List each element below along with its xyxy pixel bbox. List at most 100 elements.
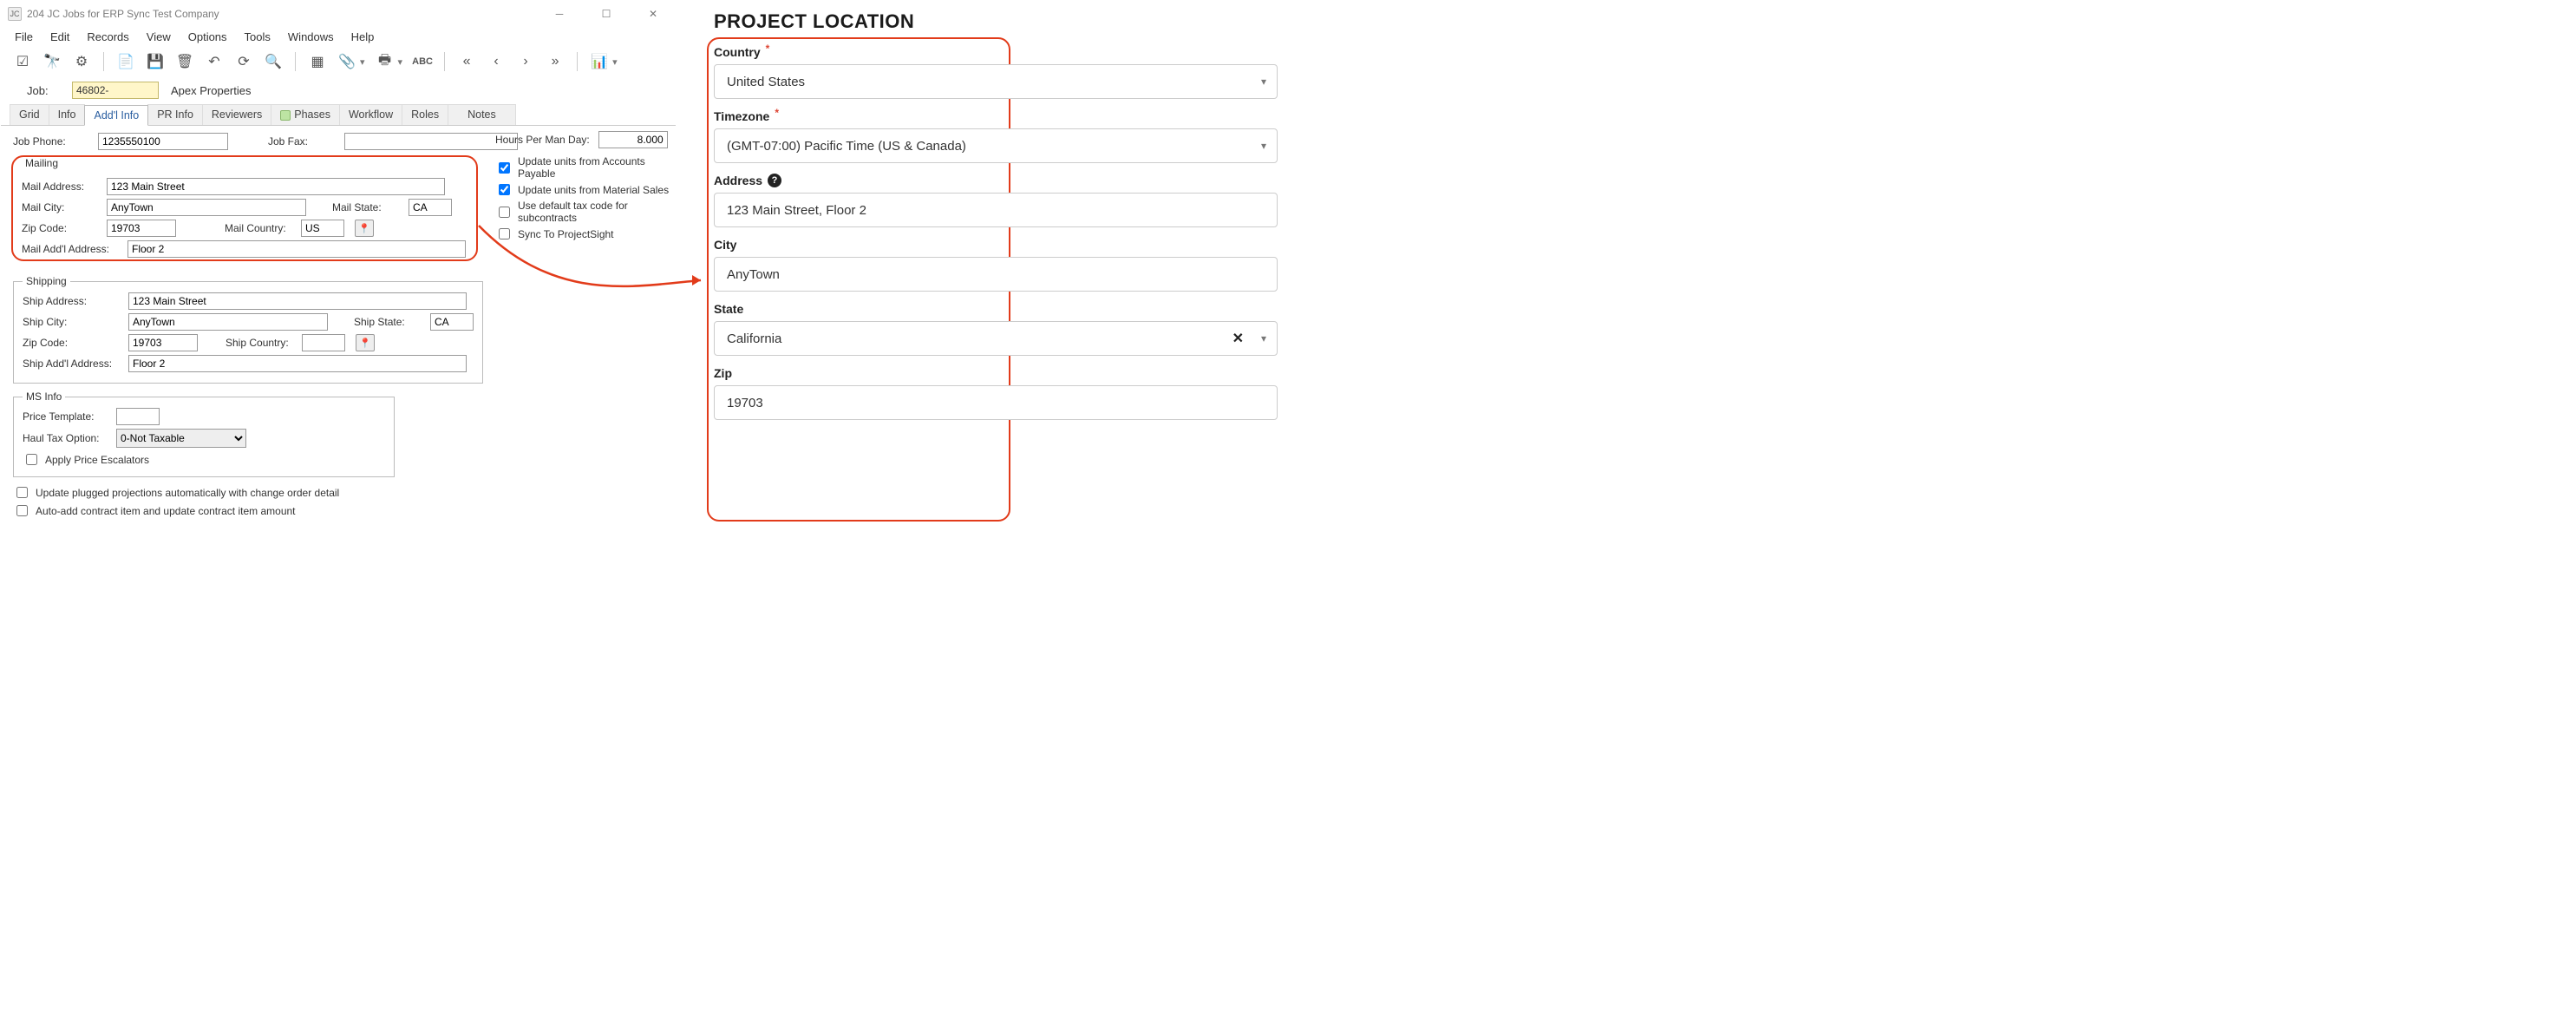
update-ap-label: Update units from Accounts Payable	[518, 155, 677, 180]
timezone-label: Timezone*	[714, 109, 1278, 123]
menu-help[interactable]: Help	[351, 30, 375, 43]
tab-pr-info[interactable]: PR Info	[147, 104, 203, 125]
mail-zip-input[interactable]	[107, 220, 176, 237]
sync-ps-checkbox[interactable]	[499, 228, 510, 239]
ship-country-label: Ship Country:	[226, 337, 295, 349]
close-button[interactable]: ✕	[637, 4, 669, 23]
mail-country-label: Mail Country:	[225, 222, 294, 234]
menu-records[interactable]: Records	[87, 30, 128, 43]
menu-options[interactable]: Options	[188, 30, 227, 43]
mail-city-input[interactable]	[107, 199, 306, 216]
chevron-down-icon[interactable]: ▾	[612, 56, 618, 68]
attachment-icon[interactable]: 📎	[337, 52, 356, 71]
ship-country-input[interactable]	[302, 334, 345, 351]
address-input[interactable]: 123 Main Street, Floor 2	[714, 193, 1278, 227]
auto-add-checkbox[interactable]	[16, 505, 28, 516]
ship-address-input[interactable]	[128, 292, 467, 310]
zip-label: Zip	[714, 366, 1278, 380]
tab-addl-info[interactable]: Add'l Info	[84, 105, 148, 126]
update-ap-checkbox[interactable]	[499, 162, 510, 174]
map-pin-icon[interactable]: 📍	[355, 220, 374, 237]
form-area: Job Phone: Job Fax: Mailing Mail Address…	[1, 126, 676, 528]
gear-icon[interactable]: ⚙	[72, 52, 91, 71]
country-label: Country*	[714, 45, 1278, 59]
mail-address-label: Mail Address:	[22, 180, 100, 193]
use-default-tax-label: Use default tax code for subcontracts	[518, 200, 677, 224]
ship-addl-input[interactable]	[128, 355, 467, 372]
menu-windows[interactable]: Windows	[288, 30, 334, 43]
job-input[interactable]	[72, 82, 159, 99]
hours-per-man-day-input[interactable]	[598, 131, 668, 148]
tab-notes[interactable]: Notes	[448, 104, 516, 125]
price-template-input[interactable]	[116, 408, 160, 425]
refresh-icon[interactable]: ⟳	[234, 52, 253, 71]
tab-reviewers[interactable]: Reviewers	[202, 104, 271, 125]
minimize-button[interactable]: ─	[544, 4, 575, 23]
mail-country-input[interactable]	[301, 220, 344, 237]
job-fax-input[interactable]	[344, 133, 518, 150]
tab-phases[interactable]: Phases	[271, 104, 340, 125]
grid-icon[interactable]: ▦	[308, 52, 327, 71]
apply-escalators-checkbox[interactable]	[26, 454, 37, 465]
tab-grid[interactable]: Grid	[10, 104, 49, 125]
search-icon[interactable]: 🔍	[264, 52, 283, 71]
tab-workflow[interactable]: Workflow	[339, 104, 402, 125]
ship-zip-input[interactable]	[128, 334, 198, 351]
city-label: City	[714, 238, 1278, 252]
mail-state-label: Mail State:	[332, 201, 402, 213]
mail-addl-input[interactable]	[127, 240, 466, 258]
menu-edit[interactable]: Edit	[50, 30, 69, 43]
binoculars-icon[interactable]: 🔭	[42, 52, 62, 71]
spellcheck-icon[interactable]: ABC	[413, 52, 432, 71]
ship-city-input[interactable]	[128, 313, 328, 331]
auto-add-label: Auto-add contract item and update contra…	[36, 505, 296, 517]
job-name: Apex Properties	[171, 84, 252, 97]
job-fax-label: Job Fax:	[268, 135, 337, 148]
app-icon: JC	[8, 7, 22, 21]
ship-state-input[interactable]	[430, 313, 474, 331]
trash-icon[interactable]: 🗑	[175, 52, 194, 71]
first-icon[interactable]: «	[457, 52, 476, 71]
last-icon[interactable]: »	[546, 52, 565, 71]
tab-info[interactable]: Info	[49, 104, 86, 125]
prev-icon[interactable]: ‹	[487, 52, 506, 71]
use-default-tax-checkbox[interactable]	[499, 207, 510, 218]
job-phone-input[interactable]	[98, 133, 228, 150]
update-plugged-checkbox[interactable]	[16, 487, 28, 498]
country-select[interactable]: United States ▾	[714, 64, 1278, 99]
apply-escalators-label: Apply Price Escalators	[45, 454, 149, 466]
chevron-down-icon[interactable]: ▾	[398, 56, 403, 68]
document-icon[interactable]: 📄	[116, 52, 135, 71]
sync-ps-label: Sync To ProjectSight	[518, 228, 614, 240]
state-select[interactable]: California ✕ ▾	[714, 321, 1278, 356]
ship-addl-label: Ship Add'l Address:	[23, 358, 121, 370]
timezone-select[interactable]: (GMT-07:00) Pacific Time (US & Canada) ▾	[714, 128, 1278, 163]
menu-view[interactable]: View	[147, 30, 171, 43]
city-input[interactable]: AnyTown	[714, 257, 1278, 292]
job-phone-label: Job Phone:	[13, 135, 91, 148]
required-icon: *	[766, 43, 770, 55]
undo-icon[interactable]: ↶	[205, 52, 224, 71]
print-icon[interactable]: 🖶	[376, 52, 395, 71]
clear-icon[interactable]: ✕	[1232, 330, 1244, 347]
map-pin-icon[interactable]: 📍	[356, 334, 375, 351]
save-icon[interactable]: 💾	[146, 52, 165, 71]
update-ms-checkbox[interactable]	[499, 184, 510, 195]
ship-zip-label: Zip Code:	[23, 337, 121, 349]
mail-address-input[interactable]	[107, 178, 445, 195]
zip-input[interactable]: 19703	[714, 385, 1278, 420]
next-icon[interactable]: ›	[516, 52, 535, 71]
mail-state-input[interactable]	[409, 199, 452, 216]
checkmark-icon[interactable]: ☑	[13, 52, 32, 71]
maximize-button[interactable]: ☐	[591, 4, 622, 23]
msinfo-group: MS Info Price Template: Haul Tax Option:…	[13, 390, 395, 477]
menu-file[interactable]: File	[15, 30, 33, 43]
erp-window: JC 204 JC Jobs for ERP Sync Test Company…	[0, 0, 677, 538]
menu-tools[interactable]: Tools	[245, 30, 271, 43]
menubar: File Edit Records View Options Tools Win…	[1, 27, 676, 49]
haul-tax-select[interactable]: 0-Not Taxable	[116, 429, 246, 448]
tab-roles[interactable]: Roles	[402, 104, 448, 125]
chevron-down-icon[interactable]: ▾	[360, 56, 365, 68]
help-icon[interactable]: ?	[768, 174, 781, 187]
table-icon[interactable]: 📊	[590, 52, 609, 71]
